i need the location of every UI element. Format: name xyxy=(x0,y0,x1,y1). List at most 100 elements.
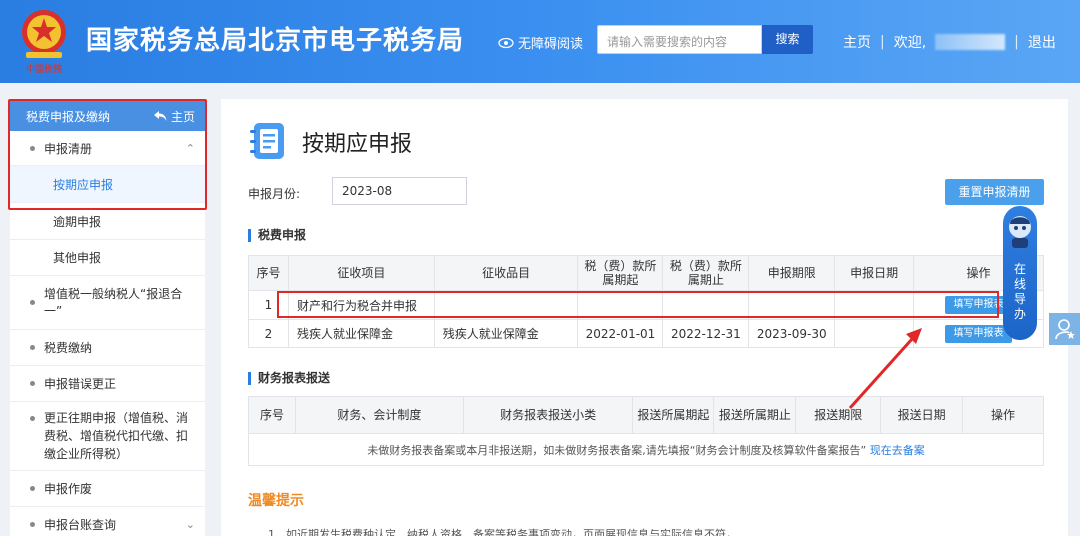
column-header: 征收项目 xyxy=(287,255,435,291)
sidebar-item-ledger-query[interactable]: 申报台账查询 ⌄ xyxy=(10,507,205,536)
filing-deadline: 2023-09-30 xyxy=(748,319,836,348)
sidebar-item-void-filing[interactable]: 申报作废 xyxy=(10,471,205,507)
bullet-dot xyxy=(30,522,35,527)
tax-emblem-icon: 中國税務 xyxy=(22,10,66,75)
welcome-text: 欢迎, xyxy=(893,35,927,51)
column-header: 申报期限 xyxy=(748,255,836,291)
column-header: 财务、会计制度 xyxy=(294,396,464,434)
notice-text: 未做财务报表备案或本月非报送期，如未做财务报表备案,请先填报“财务会计制度及核算… xyxy=(367,443,867,457)
levy-item: 残疾人就业保障金 xyxy=(287,319,435,348)
logout-link[interactable]: 退出 xyxy=(1028,32,1056,52)
column-header: 报送所属期止 xyxy=(713,396,797,434)
chevron-down-icon: ⌄ xyxy=(185,518,195,531)
period-start xyxy=(577,290,664,320)
sidebar-item-vat-refund[interactable]: 增值税一般纳税人“报退合一” xyxy=(10,276,205,330)
month-select[interactable]: 2023-08 xyxy=(332,177,467,205)
sidebar-home-label: 主页 xyxy=(170,109,195,124)
sidebar-item-label: 更正往期申报（增值税、消费税、增值税代扣代缴、扣缴企业所得税） xyxy=(44,411,189,461)
filing-date xyxy=(834,319,915,348)
table-row: 未做财务报表备案或本月非报送期，如未做财务报表备案,请先填报“财务会计制度及核算… xyxy=(248,433,1044,466)
nav-divider: | xyxy=(1014,34,1019,50)
main-panel: 按期应申报 申报月份: 2023-08 重置申报清册 税费申报 序号 征收项目 … xyxy=(221,99,1068,536)
bullet-dot xyxy=(30,381,35,386)
accessibility-label: 无障碍阅读 xyxy=(518,37,584,52)
filing-form-icon xyxy=(250,123,284,159)
sidebar-subitem-periodic-filing[interactable]: 按期应申报 xyxy=(10,166,205,203)
section-title-tax-filing: 税费申报 xyxy=(248,229,306,242)
column-header: 序号 xyxy=(248,396,296,434)
period-end xyxy=(662,290,750,320)
svg-text:中國税務: 中國税務 xyxy=(26,63,62,75)
column-header: 税（费）款所属期止 xyxy=(662,255,750,291)
sidebar: 税费申报及缴纳 主页 申报清册 ⌃ 按期应申报 逾期申报 其他申报 增值税一般纳… xyxy=(10,101,205,536)
period-end: 2022-12-31 xyxy=(662,319,750,348)
search-button[interactable]: 搜索 xyxy=(762,25,813,54)
page-title: 按期应申报 xyxy=(302,132,413,157)
accessibility-link[interactable]: 无障碍阅读 xyxy=(498,33,583,52)
sidebar-subitem-label: 按期应申报 xyxy=(53,177,114,192)
column-header: 报送日期 xyxy=(880,396,964,434)
table-row: 1 财产和行为税合并申报 填写申报表 xyxy=(248,290,1044,320)
tax-filing-table: 序号 征收项目 征收品目 税（费）款所属期起 税（费）款所属期止 申报期限 申报… xyxy=(248,255,1044,348)
bullet-dot xyxy=(30,145,35,151)
header-bar: 中國税務 国家税务总局北京市电子税务局 无障碍阅读 请输入需要搜索的内容 搜索 … xyxy=(0,0,1080,83)
section-title-financial-reports: 财务报表报送 xyxy=(248,372,330,385)
fill-form-button[interactable]: 填写申报表 xyxy=(945,324,1013,343)
levy-item: 财产和行为税合并申报 xyxy=(287,290,435,320)
reset-filing-list-button[interactable]: 重置申报清册 xyxy=(945,179,1044,205)
column-header: 财务报表报送小类 xyxy=(462,396,634,434)
home-link[interactable]: 主页 xyxy=(843,32,871,52)
bullet-dot xyxy=(30,345,35,350)
row-number: 1 xyxy=(248,290,289,320)
levy-subitem: 残疾人就业保障金 xyxy=(433,319,579,348)
bullet-dot xyxy=(30,486,35,491)
sidebar-item-past-correction[interactable]: 更正往期申报（增值税、消费税、增值税代扣代缴、扣缴企业所得税） xyxy=(10,402,205,471)
sidebar-header-title: 税费申报及缴纳 xyxy=(26,109,111,124)
sidebar-subitem-other-filing[interactable]: 其他申报 xyxy=(10,240,205,276)
online-guide-widget[interactable]: 在线导办 xyxy=(1003,206,1037,340)
sidebar-item-filing-list[interactable]: 申报清册 ⌃ xyxy=(10,131,205,166)
table-header-row: 序号 财务、会计制度 财务报表报送小类 报送所属期起 报送所属期止 报送期限 报… xyxy=(248,396,1044,434)
username-redacted xyxy=(935,34,1006,50)
top-nav: 主页 | 欢迎, | 退出 xyxy=(843,32,1056,52)
notice-cell: 未做财务报表备案或本月非报送期，如未做财务报表备案,请先填报“财务会计制度及核算… xyxy=(248,433,1044,466)
sidebar-item-error-correction[interactable]: 申报错误更正 xyxy=(10,366,205,402)
sidebar-item-label: 税费缴纳 xyxy=(44,341,93,355)
sidebar-item-label: 申报作废 xyxy=(44,482,93,496)
back-arrow-icon xyxy=(153,111,167,121)
bullet-dot xyxy=(30,416,35,421)
online-guide-label: 在线导办 xyxy=(1013,262,1026,321)
sidebar-item-label: 增值税一般纳税人“报退合一” xyxy=(44,286,183,318)
column-header: 报送所属期起 xyxy=(632,396,715,434)
tips-text: 1、如近期发生税费种认定、纳税人资格、备案等税务事项变动，页面展现信息与实际信息… xyxy=(268,528,737,536)
user-star-icon xyxy=(1054,319,1075,340)
chevron-up-icon: ⌃ xyxy=(185,141,195,155)
sidebar-item-label: 申报清册 xyxy=(44,141,93,156)
period-start: 2022-01-01 xyxy=(577,319,664,348)
assistant-avatar-icon xyxy=(1009,216,1031,248)
column-header: 税（费）款所属期起 xyxy=(577,255,664,291)
levy-subitem xyxy=(433,290,579,320)
sidebar-subitem-overdue-filing[interactable]: 逾期申报 xyxy=(10,203,205,240)
column-header: 序号 xyxy=(248,255,289,291)
column-header: 报送期限 xyxy=(795,396,882,434)
sidebar-item-tax-payment[interactable]: 税费缴纳 xyxy=(10,330,205,366)
sidebar-item-label: 申报错误更正 xyxy=(44,377,117,391)
user-help-widget[interactable] xyxy=(1049,313,1080,345)
filing-date xyxy=(834,290,915,320)
search-input[interactable]: 请输入需要搜索的内容 xyxy=(597,25,762,54)
row-number: 2 xyxy=(248,319,289,348)
eye-icon xyxy=(498,37,514,48)
fill-form-button[interactable]: 填写申报表 xyxy=(945,296,1013,314)
go-filing-link[interactable]: 现在去备案 xyxy=(870,444,925,457)
financial-report-table: 序号 财务、会计制度 财务报表报送小类 报送所属期起 报送所属期止 报送期限 报… xyxy=(248,396,1044,466)
sidebar-header: 税费申报及缴纳 主页 xyxy=(10,101,205,131)
sidebar-home-link[interactable]: 主页 xyxy=(153,108,195,125)
sidebar-item-label: 申报台账查询 xyxy=(44,518,117,532)
month-label: 申报月份: xyxy=(248,187,301,201)
bullet-dot xyxy=(30,300,35,305)
table-row: 2 残疾人就业保障金 残疾人就业保障金 2022-01-01 2022-12-3… xyxy=(248,319,1044,348)
nav-divider: | xyxy=(880,34,885,50)
column-header: 申报日期 xyxy=(834,255,915,291)
sidebar-subitem-label: 其他申报 xyxy=(53,251,102,265)
